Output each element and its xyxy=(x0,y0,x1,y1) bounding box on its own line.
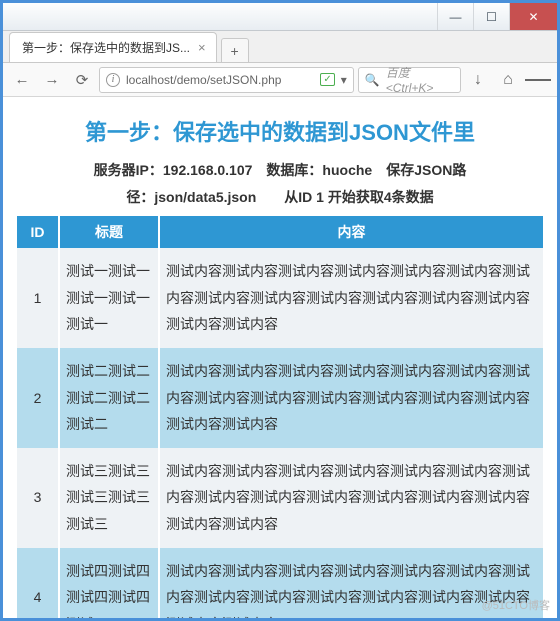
table-row: 2测试二测试二测试二测试二测试二测试内容测试内容测试内容测试内容测试内容测试内容… xyxy=(17,348,543,448)
cell-title: 测试四测试四测试四测试四测试四 xyxy=(59,548,159,618)
meta-line-2: 径：json/data5.json 从ID 1 开始获取4条数据 xyxy=(17,184,543,211)
url-text: localhost/demo/setJSON.php xyxy=(126,73,281,87)
url-input[interactable]: i localhost/demo/setJSON.php ✓ ▾ xyxy=(99,67,354,93)
search-icon: 🔍 xyxy=(365,73,380,87)
page-title: 第一步：保存选中的数据到JSON文件里 xyxy=(17,115,543,147)
meta-line-1: 服务器IP：192.168.0.107 数据库：huoche 保存JSON路 xyxy=(17,157,543,184)
shield-icon[interactable]: ✓ xyxy=(320,73,334,86)
col-content: 内容 xyxy=(159,216,543,248)
page-viewport: 第一步：保存选中的数据到JSON文件里 服务器IP：192.168.0.107 … xyxy=(3,97,557,618)
watermark: @51CTO博客 xyxy=(482,597,550,613)
browser-tab[interactable]: 第一步：保存选中的数据到JS... × xyxy=(9,32,217,62)
window-close-button[interactable]: ✕ xyxy=(509,3,557,30)
cell-title: 测试二测试二测试二测试二测试二 xyxy=(59,348,159,448)
back-button[interactable]: ← xyxy=(9,67,35,93)
downloads-icon[interactable]: ↓ xyxy=(465,67,491,93)
forward-button[interactable]: → xyxy=(39,67,65,93)
cell-id: 1 xyxy=(17,248,59,348)
new-tab-button[interactable]: + xyxy=(221,38,249,62)
cell-content: 测试内容测试内容测试内容测试内容测试内容测试内容测试内容测试内容测试内容测试内容… xyxy=(159,348,543,448)
reload-button[interactable]: ⟳ xyxy=(69,67,95,93)
col-id: ID xyxy=(17,216,59,248)
tab-close-icon[interactable]: × xyxy=(198,40,206,55)
search-placeholder: 百度 <Ctrl+K> xyxy=(386,64,454,95)
search-input[interactable]: 🔍 百度 <Ctrl+K> xyxy=(358,67,461,93)
menu-icon[interactable] xyxy=(525,67,551,93)
table-row: 1测试一测试一测试一测试一测试一测试内容测试内容测试内容测试内容测试内容测试内容… xyxy=(17,248,543,348)
page-meta: 服务器IP：192.168.0.107 数据库：huoche 保存JSON路 径… xyxy=(17,157,543,210)
tab-strip: 第一步：保存选中的数据到JS... × + xyxy=(3,31,557,63)
window-titlebar: — ☐ ✕ xyxy=(3,3,557,31)
cell-id: 2 xyxy=(17,348,59,448)
minimize-button[interactable]: — xyxy=(437,3,473,30)
cell-content: 测试内容测试内容测试内容测试内容测试内容测试内容测试内容测试内容测试内容测试内容… xyxy=(159,448,543,548)
table-row: 3测试三测试三测试三测试三测试三测试内容测试内容测试内容测试内容测试内容测试内容… xyxy=(17,448,543,548)
cell-id: 4 xyxy=(17,548,59,618)
address-bar: ← → ⟳ i localhost/demo/setJSON.php ✓ ▾ 🔍… xyxy=(3,63,557,97)
cell-id: 3 xyxy=(17,448,59,548)
home-icon[interactable]: ⌂ xyxy=(495,67,521,93)
cell-title: 测试一测试一测试一测试一测试一 xyxy=(59,248,159,348)
data-table: ID 标题 内容 1测试一测试一测试一测试一测试一测试内容测试内容测试内容测试内… xyxy=(17,216,543,618)
cell-content: 测试内容测试内容测试内容测试内容测试内容测试内容测试内容测试内容测试内容测试内容… xyxy=(159,248,543,348)
col-title: 标题 xyxy=(59,216,159,248)
maximize-button[interactable]: ☐ xyxy=(473,3,509,30)
site-info-icon[interactable]: i xyxy=(106,73,120,87)
table-row: 4测试四测试四测试四测试四测试四测试内容测试内容测试内容测试内容测试内容测试内容… xyxy=(17,548,543,618)
tab-title: 第一步：保存选中的数据到JS... xyxy=(22,39,190,56)
cell-title: 测试三测试三测试三测试三测试三 xyxy=(59,448,159,548)
url-dropdown-icon[interactable]: ▾ xyxy=(341,73,347,87)
